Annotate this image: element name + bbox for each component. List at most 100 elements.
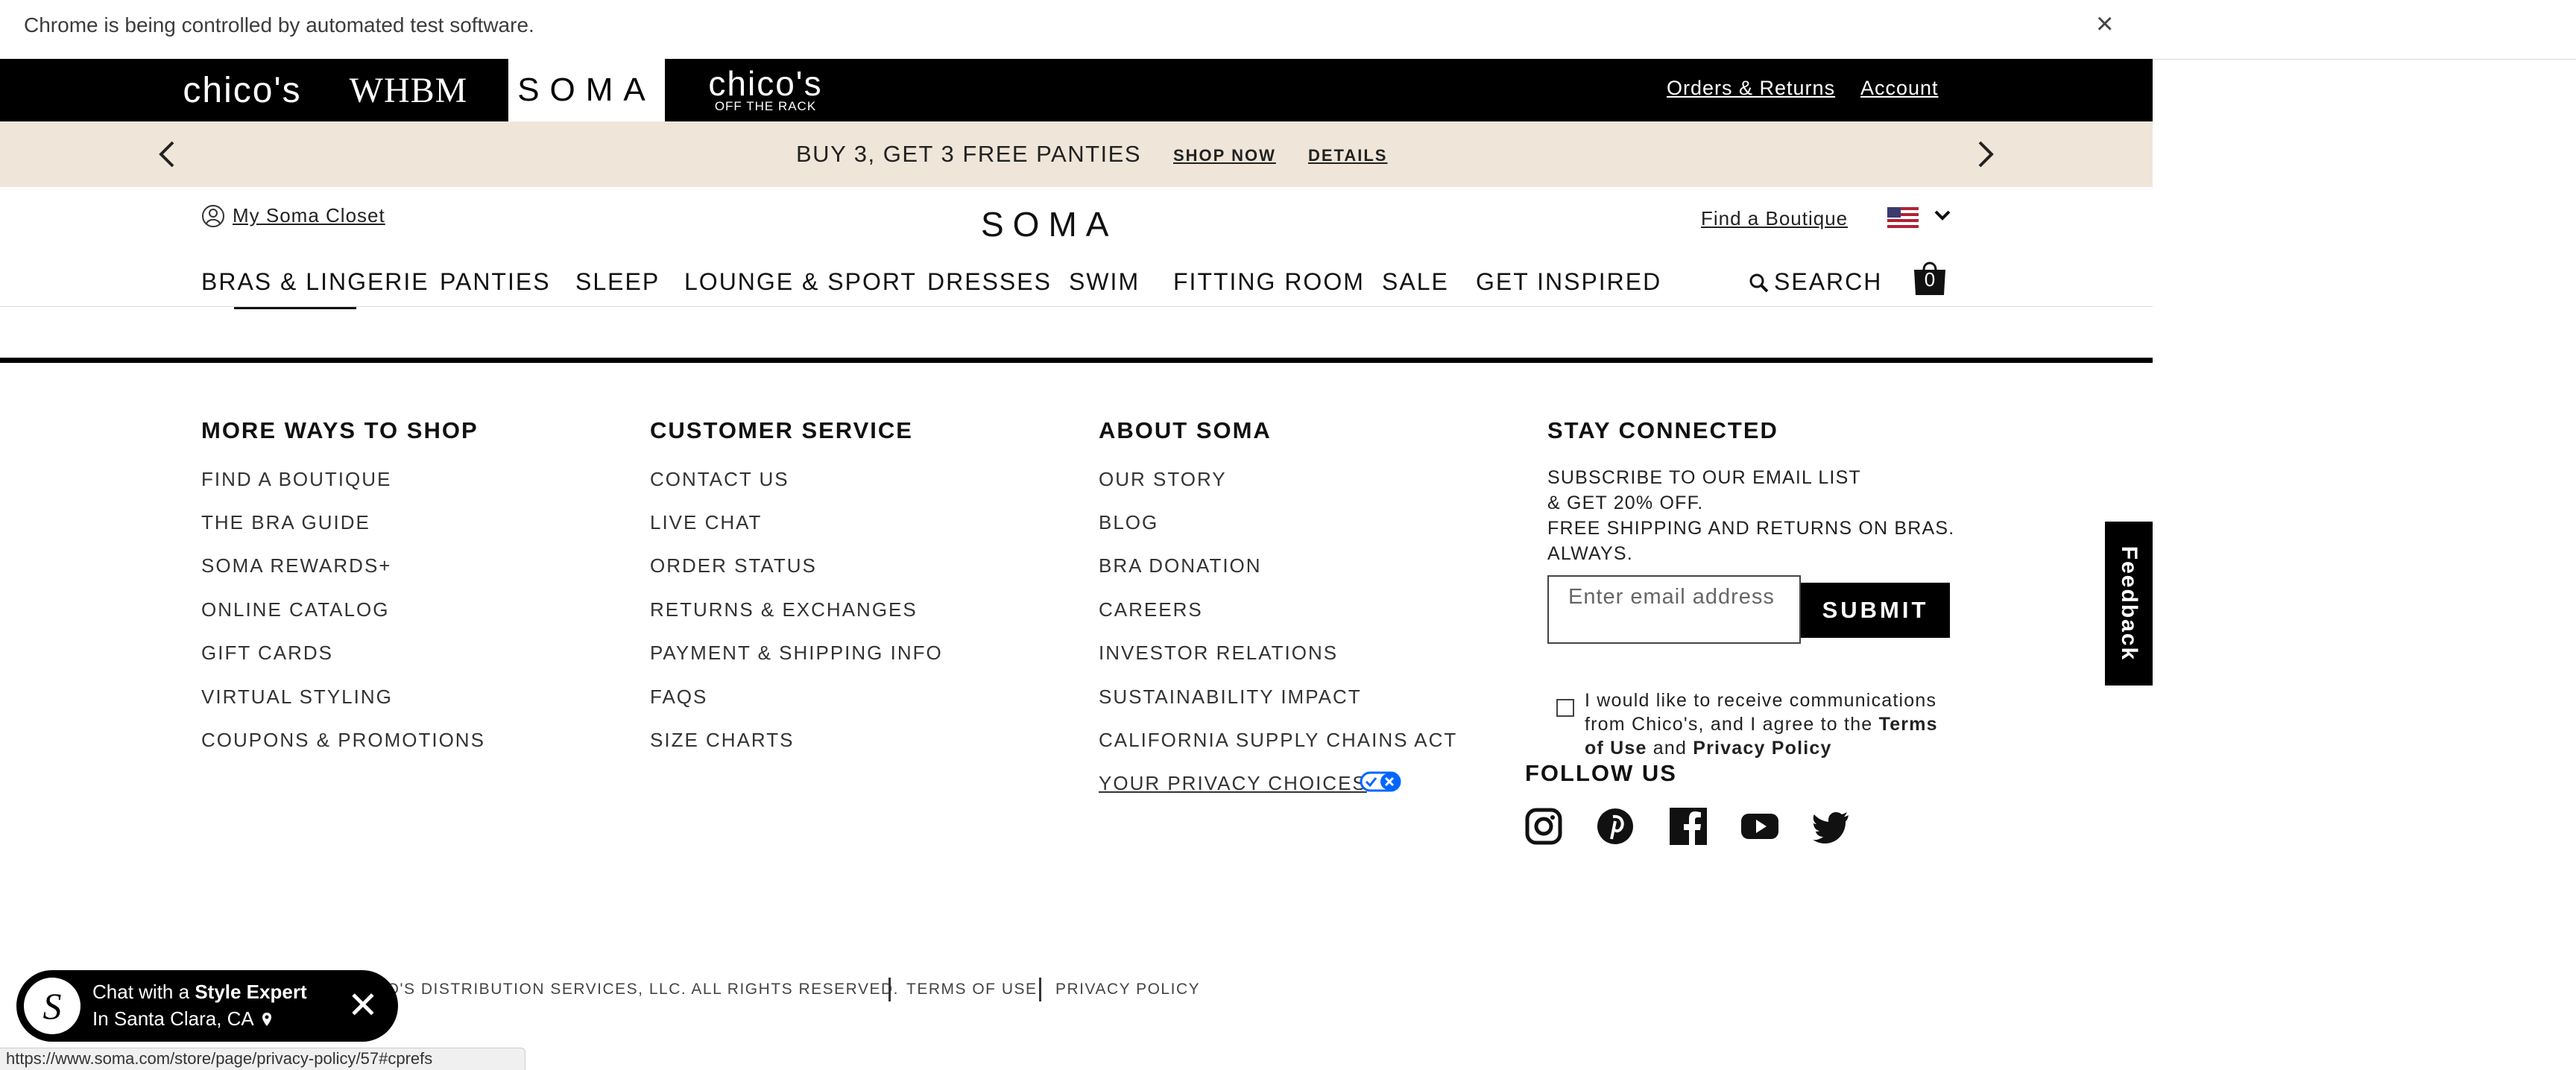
youtube-icon[interactable] [1740,806,1780,846]
consent-of-use-link[interactable]: of Use [1585,738,1647,759]
automation-infobar: Chrome is being controlled by automated … [0,0,2576,60]
find-boutique-link[interactable]: Find a Boutique [1701,207,1848,230]
subscribe-line-1: SUBSCRIBE TO OUR EMAIL LIST [1547,467,1861,488]
my-soma-closet-link[interactable]: My Soma Closet [233,204,385,227]
footer-link-our-story[interactable]: OUR STORY [1099,468,1227,491]
promo-bar: BUY 3, GET 3 FREE PANTIES SHOP NOW DETAI… [0,121,2153,187]
footer-link-size-charts[interactable]: SIZE CHARTS [650,729,794,752]
brand-otr-main: chico's [708,64,823,103]
terms-of-use-link[interactable]: TERMS OF USE [906,981,1038,998]
footer-link-investor-relations[interactable]: INVESTOR RELATIONS [1099,642,1338,665]
consent-line-2: from Chico's, and I agree to the Terms [1585,714,1938,735]
brand-soma-label: SOMA [517,72,656,108]
follow-us-heading: FOLLOW US [1525,760,1677,786]
nav-swim[interactable]: SWIM [1069,268,1140,296]
location-pin-icon [262,1013,271,1026]
twitter-icon[interactable] [1811,806,1852,846]
pinterest-icon[interactable] [1595,806,1635,846]
chat-widget[interactable]: S Chat with a Style Expert In Santa Clar… [16,970,398,1042]
brand-chicos-otr-logo[interactable]: chico's OFF THE RACK [696,59,835,121]
nav-get-inspired[interactable]: GET INSPIRED [1476,268,1661,296]
infobar-close-icon[interactable]: × [2096,9,2113,39]
chevron-down-icon[interactable] [1933,209,1951,222]
email-input[interactable]: Enter email address [1547,575,1801,644]
legal-separator [888,978,891,1001]
cart-count: 0 [1924,268,1936,291]
search-icon[interactable] [1749,273,1770,294]
soma-logo[interactable]: SOMA [981,204,1117,244]
nav-lounge-sport[interactable]: LOUNGE & SPORT [684,268,917,296]
infobar-message: Chrome is being controlled by automated … [24,13,534,37]
nav-fitting-room[interactable]: FITTING ROOM [1173,268,1365,296]
chat-close-icon[interactable]: ✕ [347,987,379,1024]
nav-sale[interactable]: SALE [1382,268,1449,296]
consent-line-2-text: from Chico's, and I agree to the [1585,714,1873,735]
feedback-label: Feedback [2117,545,2141,662]
footer-link-sustainability[interactable]: SUSTAINABILITY IMPACT [1099,686,1362,709]
promo-prev-icon[interactable] [157,139,177,169]
promo-shop-now-link[interactable]: SHOP NOW [1173,146,1276,165]
account-link[interactable]: Account [1860,77,1939,100]
footer-link-find-boutique[interactable]: FIND A BOUTIQUE [201,468,391,491]
cart-button[interactable]: 0 [1911,258,1948,297]
copyright-text: CO'S DISTRIBUTION SERVICES, LLC. ALL RIG… [374,981,899,998]
consent-checkbox[interactable] [1556,699,1574,717]
brand-chicos-logo[interactable]: chico's [176,59,309,121]
privacy-policy-link[interactable]: PRIVACY POLICY [1055,981,1200,998]
chat-prefix: Chat with a [92,981,190,1003]
user-icon [202,205,224,227]
brand-whbm-logo[interactable]: WHBM [344,59,473,121]
brand-bar: chico's WHBM SOMA chico's OFF THE RACK O… [0,59,2153,121]
promo-next-icon[interactable] [1975,139,1996,169]
legal-separator [1039,978,1041,1001]
footer-link-payment-shipping[interactable]: PAYMENT & SHIPPING INFO [650,642,943,665]
brand-soma-logo[interactable]: SOMA [508,59,665,121]
consent-terms-link[interactable]: Terms [1879,714,1938,735]
nav-sleep[interactable]: SLEEP [575,268,660,296]
chat-location-line: In Santa Clara, CA [92,1007,272,1031]
footer-link-online-catalog[interactable]: ONLINE CATALOG [201,598,389,621]
submit-button[interactable]: SUBMIT [1801,583,1950,638]
about-heading: ABOUT SOMA [1099,417,1272,443]
stay-connected-heading: STAY CONNECTED [1547,417,1778,443]
footer-link-blog[interactable]: BLOG [1099,511,1158,534]
chat-style-expert: Style Expert [195,981,307,1003]
consent-line-3: of Use and Privacy Policy [1585,738,1832,759]
footer-link-returns-exchanges[interactable]: RETURNS & EXCHANGES [650,598,918,621]
subscribe-line-3: FREE SHIPPING AND RETURNS ON BRAS. [1547,518,1955,539]
footer-link-soma-rewards[interactable]: SOMA REWARDS+ [201,554,391,577]
nav-panties[interactable]: PANTIES [440,268,551,296]
footer-link-contact-us[interactable]: CONTACT US [650,468,789,491]
instagram-icon[interactable] [1524,806,1564,846]
footer-link-virtual-styling[interactable]: VIRTUAL STYLING [201,686,393,709]
subscribe-line-4: ALWAYS. [1547,543,1633,564]
footer-link-gift-cards[interactable]: GIFT CARDS [201,642,333,665]
brand-otr-sub: OFF THE RACK [714,99,817,113]
footer-link-order-status[interactable]: ORDER STATUS [650,554,817,577]
promo-text: BUY 3, GET 3 FREE PANTIES [796,141,1142,167]
privacy-choices-toggle-icon[interactable] [1360,771,1401,792]
feedback-tab[interactable]: Feedback [2105,522,2153,686]
nav-bras-lingerie[interactable]: BRAS & LINGERIE [201,268,429,296]
nav-active-underline [234,307,356,309]
consent-line-1: I would like to receive communications [1585,690,1937,711]
subscribe-line-2: & GET 20% OFF. [1547,493,1704,513]
footer-link-live-chat[interactable]: LIVE CHAT [650,511,762,534]
nav-dresses[interactable]: DRESSES [927,268,1052,296]
consent-privacy-link[interactable]: Privacy Policy [1693,738,1831,759]
footer-link-ca-supply-chains[interactable]: CALIFORNIA SUPPLY CHAINS ACT [1099,729,1457,752]
footer-link-coupons[interactable]: COUPONS & PROMOTIONS [201,729,485,752]
footer-link-bra-donation[interactable]: BRA DONATION [1099,554,1262,577]
search-button[interactable]: SEARCH [1774,268,1882,296]
footer-link-careers[interactable]: CAREERS [1099,598,1203,621]
chat-location: In Santa Clara, CA [92,1007,253,1030]
promo-details-link[interactable]: DETAILS [1308,146,1387,165]
facebook-icon[interactable] [1668,806,1708,846]
us-flag-icon[interactable] [1887,207,1919,228]
orders-returns-link[interactable]: Orders & Returns [1667,77,1835,100]
footer-link-faqs[interactable]: FAQS [650,686,707,709]
footer-link-bra-guide[interactable]: THE BRA GUIDE [201,511,370,534]
chat-avatar: S [24,978,80,1034]
consent-and: and [1652,738,1688,759]
footer-link-privacy-choices[interactable]: YOUR PRIVACY CHOICES [1099,772,1367,795]
